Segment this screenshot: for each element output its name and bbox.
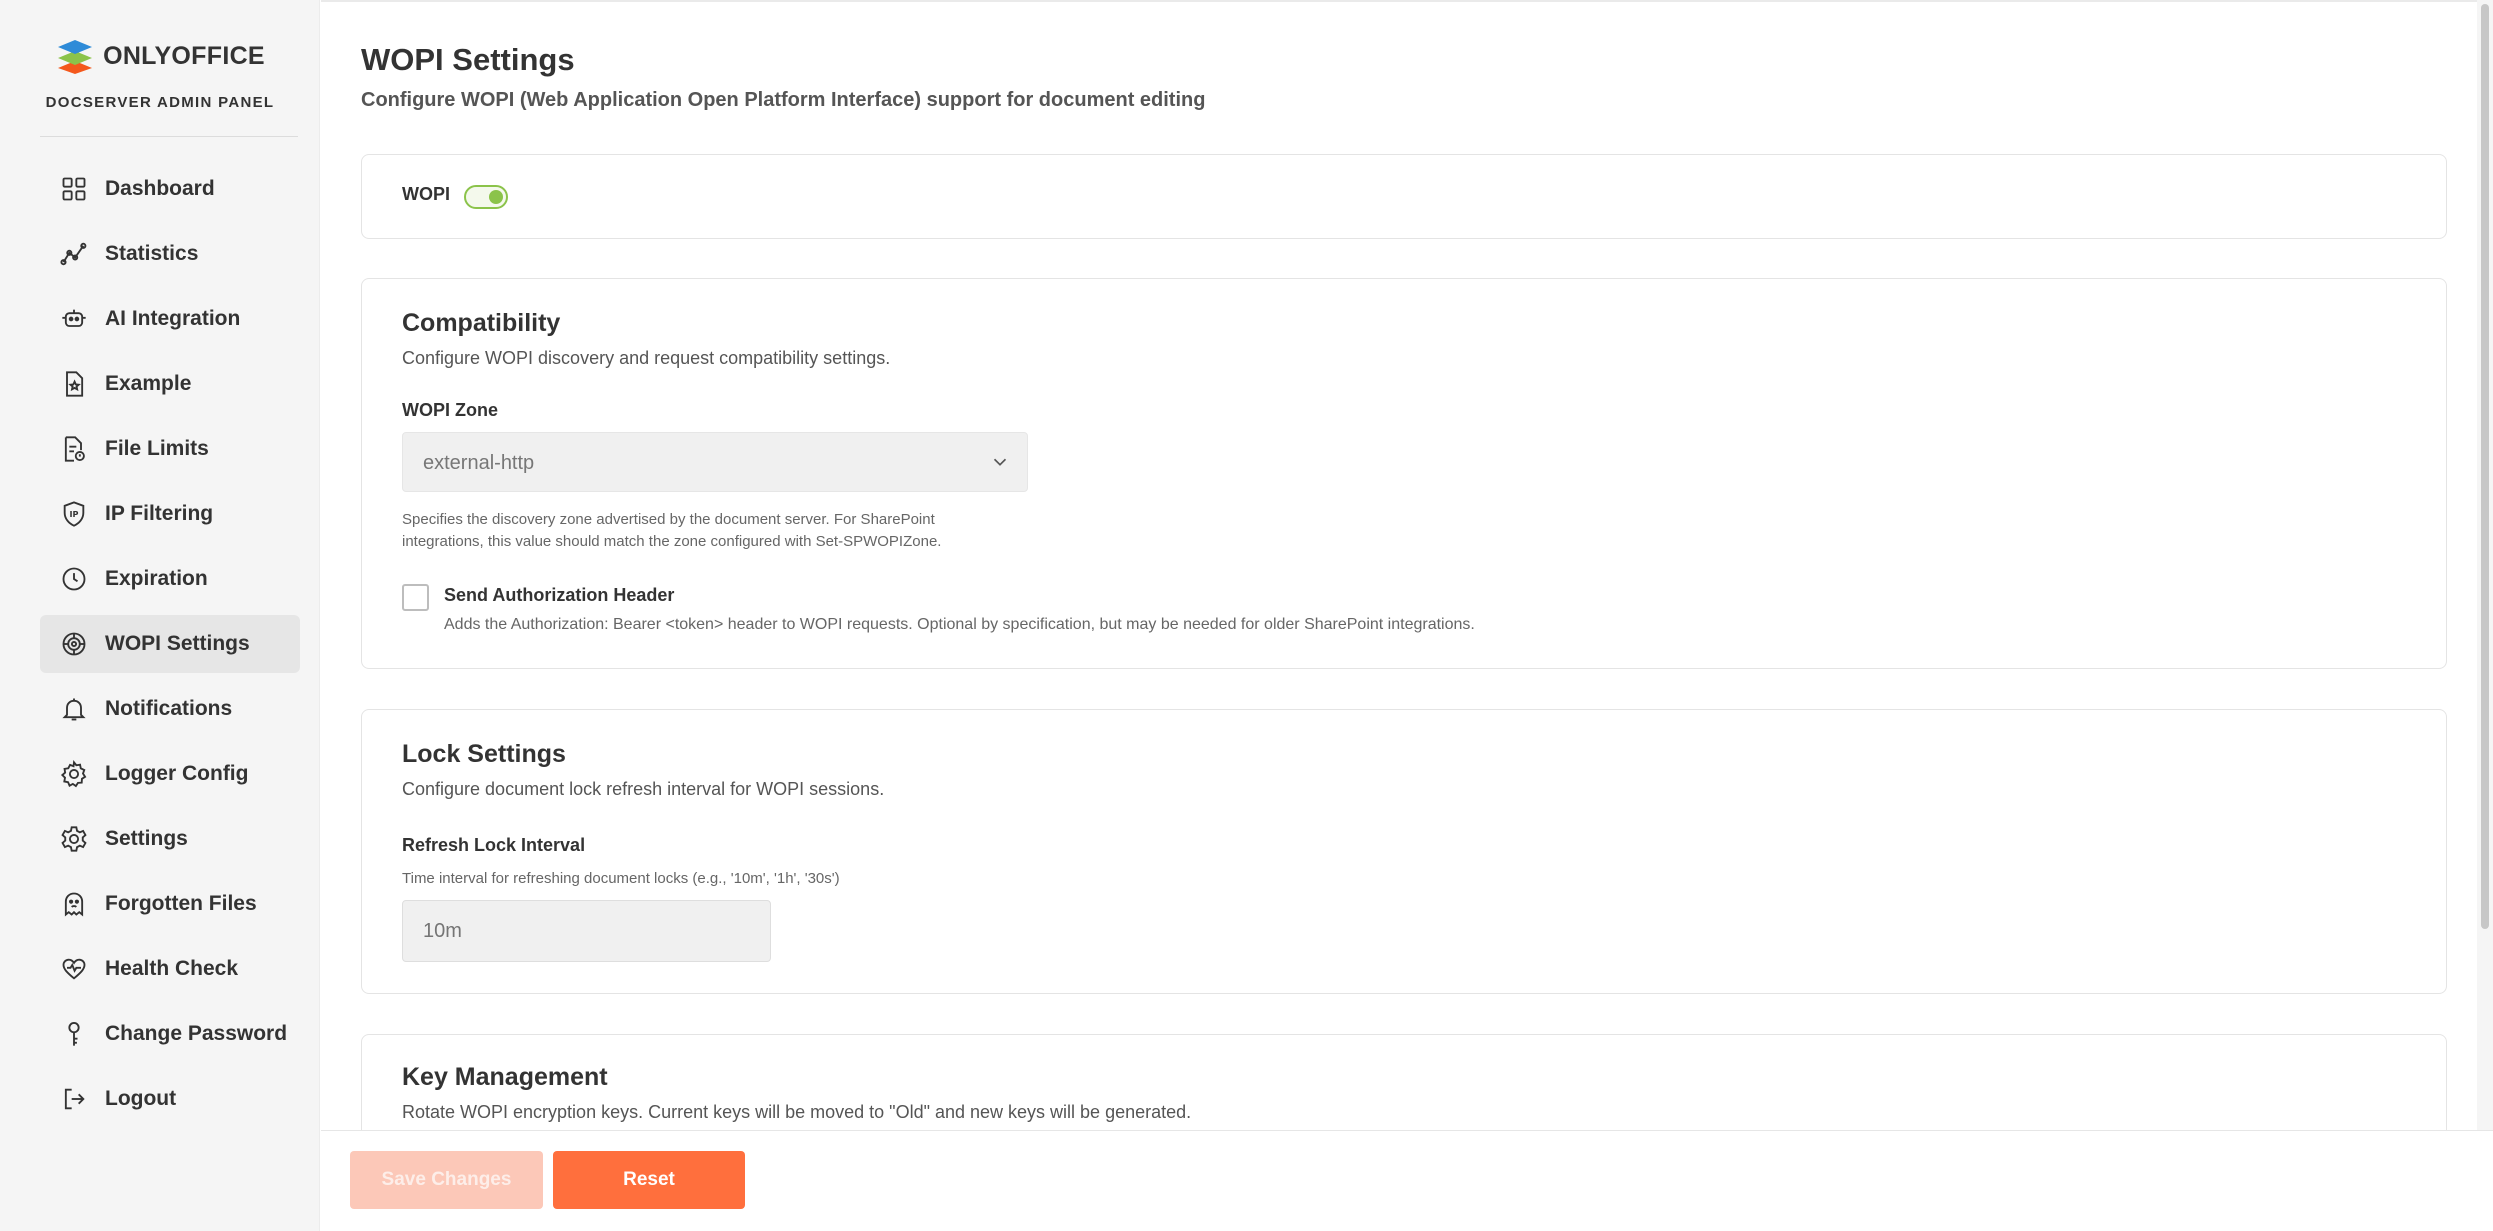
wopi-zone-hint-line1: Specifies the discovery zone advertised … bbox=[402, 511, 935, 528]
logout-icon bbox=[60, 1085, 88, 1113]
sidebar-item-dashboard[interactable]: Dashboard bbox=[40, 160, 300, 218]
wopi-zone-label: WOPI Zone bbox=[402, 400, 498, 420]
sidebar-item-label: Health Check bbox=[105, 957, 239, 980]
page-title: WOPI Settings bbox=[361, 42, 575, 77]
sidebar-item-label: Statistics bbox=[105, 242, 199, 265]
lock-settings-card: Lock Settings Configure document lock re… bbox=[361, 709, 2447, 994]
wopi-toggle-card: WOPI bbox=[361, 154, 2447, 239]
toggle-knob bbox=[489, 190, 503, 204]
sidebar-item-logger-config[interactable]: Logger Config bbox=[40, 745, 300, 803]
compatibility-title: Compatibility bbox=[402, 309, 561, 337]
wopi-zone-hint: Specifies the discovery zone advertised … bbox=[402, 509, 941, 553]
ip-shield-icon: IP bbox=[60, 500, 88, 528]
scrollbar[interactable] bbox=[2477, 0, 2493, 1130]
bell-icon bbox=[60, 695, 88, 723]
sidebar-item-statistics[interactable]: Statistics bbox=[40, 225, 300, 283]
sidebar-divider bbox=[40, 136, 298, 137]
clock-icon bbox=[60, 565, 88, 593]
sidebar: ONLYOFFICE DOCSERVER ADMIN PANEL Dashboa… bbox=[0, 0, 320, 1231]
send-auth-header-checkbox[interactable] bbox=[402, 584, 429, 611]
key-icon bbox=[60, 1020, 88, 1048]
key-management-description: Rotate WOPI encryption keys. Current key… bbox=[402, 1102, 1192, 1122]
scrollbar-thumb[interactable] bbox=[2481, 4, 2489, 929]
sidebar-item-label: Expiration bbox=[105, 567, 208, 590]
gear-icon bbox=[60, 825, 88, 853]
compatibility-card: Compatibility Configure WOPI discovery a… bbox=[361, 278, 2447, 669]
wopi-gear-icon bbox=[60, 630, 88, 658]
sidebar-item-label: AI Integration bbox=[105, 307, 241, 330]
save-changes-button[interactable]: Save Changes bbox=[350, 1151, 543, 1209]
logo: ONLYOFFICE DOCSERVER ADMIN PANEL bbox=[0, 38, 320, 111]
dashboard-icon bbox=[60, 175, 88, 203]
sidebar-item-ip-filtering[interactable]: IP IP Filtering bbox=[40, 485, 300, 543]
refresh-lock-interval-input[interactable] bbox=[402, 900, 771, 962]
sidebar-item-label: Forgotten Files bbox=[105, 892, 257, 915]
wopi-zone-value: external-http bbox=[423, 452, 535, 474]
document-star-icon bbox=[60, 370, 88, 398]
onlyoffice-logo-icon bbox=[58, 40, 93, 74]
refresh-lock-interval-label: Refresh Lock Interval bbox=[402, 835, 586, 855]
sidebar-item-label: WOPI Settings bbox=[105, 632, 250, 655]
lock-settings-description: Configure document lock refresh interval… bbox=[402, 779, 885, 799]
main-content: WOPI Settings Configure WOPI (Web Applic… bbox=[321, 0, 2493, 1231]
statistics-icon bbox=[60, 240, 88, 268]
sidebar-item-ai-integration[interactable]: AI Integration bbox=[40, 290, 300, 348]
ghost-icon bbox=[60, 890, 88, 918]
wopi-toggle-label: WOPI bbox=[402, 184, 450, 204]
sidebar-item-label: Logout bbox=[105, 1087, 177, 1110]
send-auth-header-hint: Adds the Authorization: Bearer <token> h… bbox=[444, 616, 1475, 633]
file-limits-icon bbox=[60, 435, 88, 463]
sidebar-item-file-limits[interactable]: File Limits bbox=[40, 420, 300, 478]
reset-button[interactable]: Reset bbox=[553, 1151, 745, 1209]
sidebar-item-label: IP Filtering bbox=[105, 502, 214, 525]
page-subtitle: Configure WOPI (Web Application Open Pla… bbox=[361, 89, 1206, 111]
send-auth-header-label[interactable]: Send Authorization Header bbox=[444, 585, 674, 606]
sidebar-item-label: Settings bbox=[105, 827, 188, 850]
lock-settings-title: Lock Settings bbox=[402, 740, 566, 768]
wopi-zone-select[interactable]: external-http bbox=[402, 432, 1028, 492]
sidebar-item-label: File Limits bbox=[105, 437, 209, 460]
sidebar-item-notifications[interactable]: Notifications bbox=[40, 680, 300, 738]
heart-pulse-icon bbox=[60, 955, 88, 983]
action-footer: Save Changes Reset bbox=[321, 1130, 2493, 1231]
sidebar-item-health-check[interactable]: Health Check bbox=[40, 940, 300, 998]
sidebar-item-label: Logger Config bbox=[105, 762, 249, 785]
sidebar-item-label: Dashboard bbox=[105, 177, 215, 200]
sidebar-item-label: Notifications bbox=[105, 697, 233, 720]
sidebar-item-logout[interactable]: Logout bbox=[40, 1070, 300, 1128]
compatibility-description: Configure WOPI discovery and request com… bbox=[402, 348, 891, 368]
brand-subtitle: DOCSERVER ADMIN PANEL bbox=[45, 94, 275, 111]
logger-gear-icon bbox=[60, 760, 88, 788]
chevron-down-icon bbox=[993, 458, 1007, 466]
sidebar-item-settings[interactable]: Settings bbox=[40, 810, 300, 868]
sidebar-item-label: Change Password bbox=[105, 1022, 288, 1045]
robot-icon bbox=[60, 305, 88, 333]
sidebar-item-expiration[interactable]: Expiration bbox=[40, 550, 300, 608]
key-management-title: Key Management bbox=[402, 1063, 608, 1091]
refresh-lock-interval-hint: Time interval for refreshing document lo… bbox=[402, 870, 840, 887]
wopi-toggle[interactable] bbox=[464, 185, 508, 209]
wopi-zone-hint-line2: integrations, this value should match th… bbox=[402, 533, 942, 550]
sidebar-item-example[interactable]: Example bbox=[40, 355, 300, 413]
sidebar-item-label: Example bbox=[105, 372, 192, 395]
svg-text:IP: IP bbox=[69, 509, 78, 519]
brand-name: ONLYOFFICE bbox=[103, 41, 265, 70]
top-divider bbox=[321, 0, 2493, 2]
sidebar-item-forgotten-files[interactable]: Forgotten Files bbox=[40, 875, 300, 933]
sidebar-item-change-password[interactable]: Change Password bbox=[40, 1005, 300, 1063]
sidebar-item-wopi-settings[interactable]: WOPI Settings bbox=[40, 615, 300, 673]
sidebar-nav: Dashboard Statistics AI Integration Exam… bbox=[40, 160, 300, 1135]
